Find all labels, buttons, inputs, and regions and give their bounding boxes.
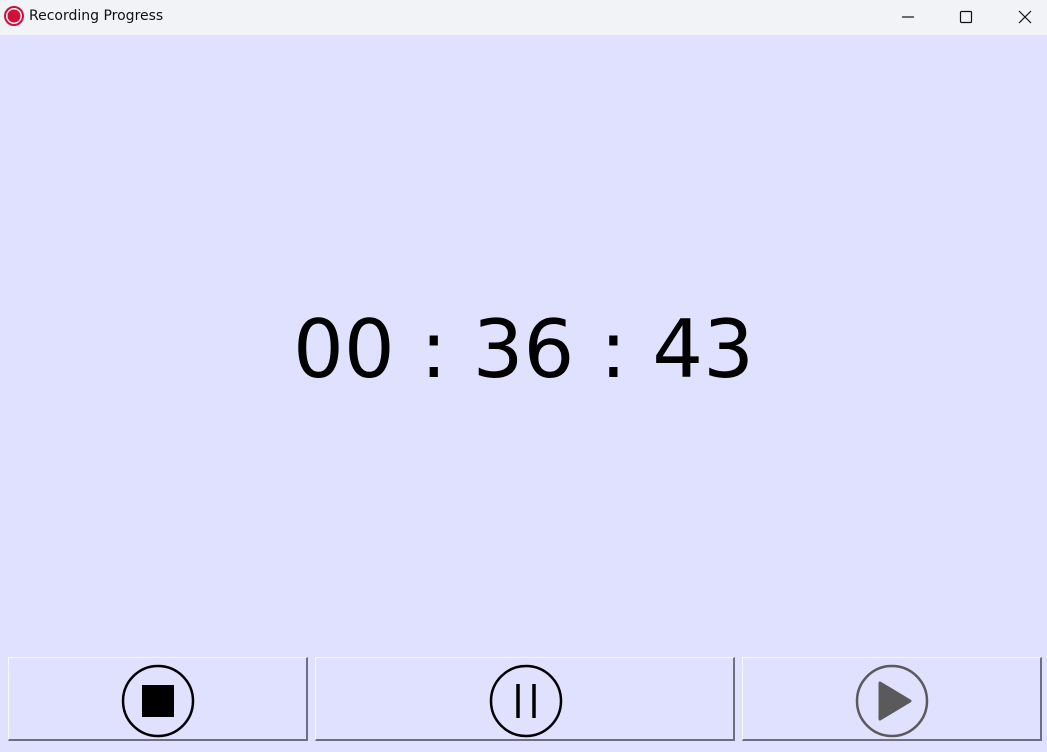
- record-icon: [4, 6, 24, 26]
- maximize-icon: [959, 10, 973, 23]
- pause-icon: [489, 664, 563, 738]
- stop-icon: [121, 664, 195, 738]
- stop-button[interactable]: [8, 657, 308, 741]
- minimize-icon: [902, 15, 914, 18]
- title-bar: Recording Progress: [0, 0, 1047, 35]
- maximize-button[interactable]: [937, 0, 995, 33]
- pause-button[interactable]: [315, 657, 735, 741]
- close-icon: [1018, 10, 1032, 23]
- window-title: Recording Progress: [29, 8, 164, 24]
- elapsed-time-display: 00 : 36 : 43: [292, 303, 754, 396]
- minimize-button[interactable]: [879, 0, 937, 33]
- close-button[interactable]: [996, 0, 1047, 33]
- play-button[interactable]: [742, 657, 1042, 741]
- recording-window: Recording Progress 00 : 36 : 43: [0, 0, 1047, 752]
- play-icon: [855, 664, 929, 738]
